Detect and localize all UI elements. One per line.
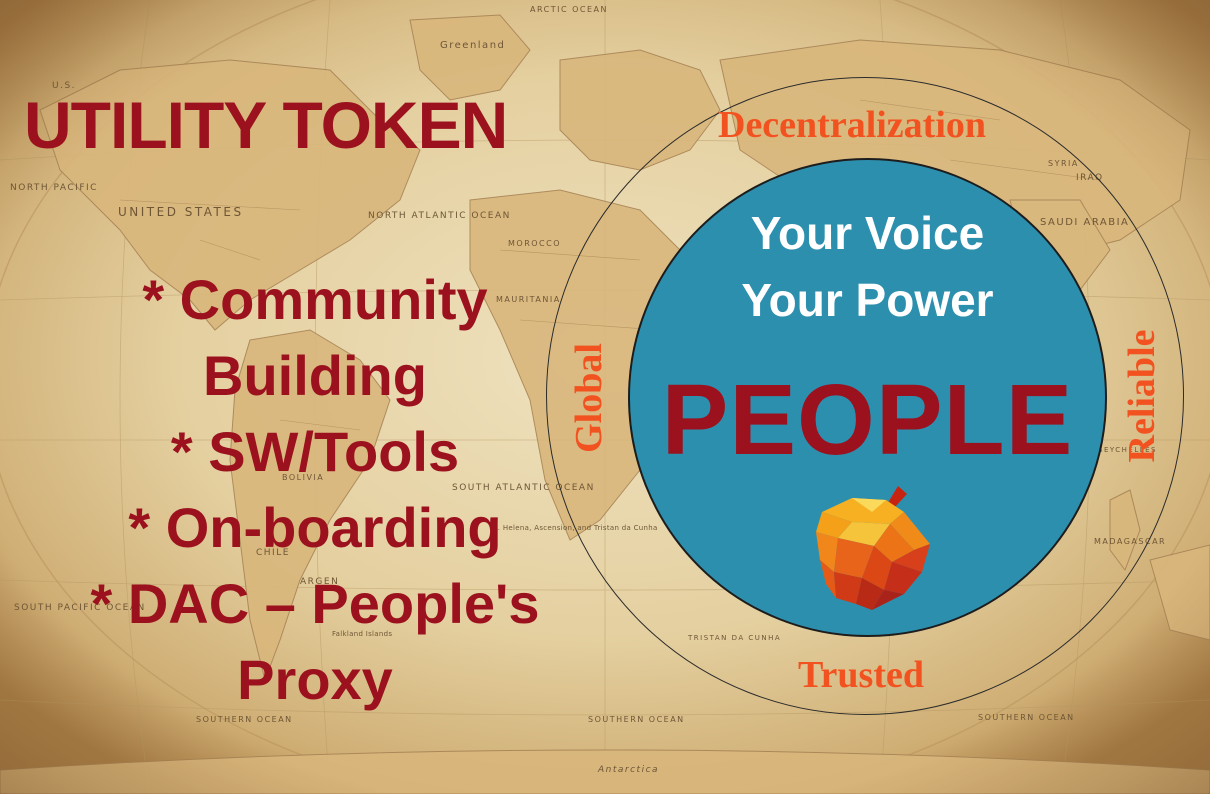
tagline-your-power: Your Power — [741, 274, 994, 326]
map-label-morocco: MOROCCO — [508, 239, 561, 248]
ring-word-decentralization: Decentralization — [718, 104, 987, 146]
ring-word-global: Global — [568, 343, 610, 453]
ring-word-reliable: Reliable — [1121, 329, 1163, 463]
map-label-north-pacific: NORTH PACIFIC — [10, 183, 98, 193]
ring-word-trusted: Trusted — [798, 654, 924, 696]
bullet-line: * On-boarding — [128, 496, 502, 559]
map-label-antarctica: Antarctica — [597, 765, 659, 775]
bullet-line: * SW/Tools — [170, 420, 460, 483]
map-label-southern-ocean-3: SOUTHERN OCEAN — [978, 713, 1075, 722]
bullet-line: Building — [203, 344, 427, 407]
acorn-crystal-logo-icon — [816, 486, 930, 610]
map-label-united-states: UNITED STATES — [118, 205, 244, 219]
bullet-line: * Community — [142, 268, 488, 331]
map-label-greenland: Greenland — [440, 40, 505, 51]
map-label-southern-ocean-2: SOUTHERN OCEAN — [588, 715, 685, 724]
bullet-line: * DAC – People's — [90, 572, 540, 635]
headline-utility-token: UTILITY TOKEN — [24, 88, 508, 162]
bullet-line: Proxy — [237, 648, 393, 711]
map-label-north-atlantic: NORTH ATLANTIC OCEAN — [368, 211, 511, 221]
tagline-your-voice: Your Voice — [750, 207, 985, 259]
utility-bullet-list: * Community Building * SW/Tools * On-boa… — [30, 262, 600, 718]
people-title: PEOPLE — [661, 364, 1074, 476]
map-label-arctic: ARCTIC OCEAN — [530, 5, 608, 14]
